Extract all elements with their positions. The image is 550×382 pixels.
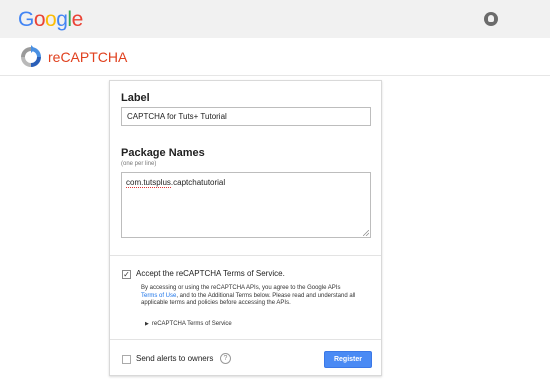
resize-grip-icon[interactable] <box>363 230 369 236</box>
triangle-right-icon: ▶ <box>145 321 149 327</box>
recaptcha-logo-icon <box>21 45 41 67</box>
register-site-card: Label CAPTCHA for Tuts+ Tutorial Package… <box>109 80 382 376</box>
package-names-textarea[interactable]: com.tutsplus.captchatutorial <box>121 172 371 238</box>
tos-text-before: By accessing or using the reCAPTCHA APIs… <box>141 285 341 291</box>
label-input[interactable]: CAPTCHA for Tuts+ Tutorial <box>121 107 371 126</box>
tos-checkbox[interactable]: ✓ <box>122 270 131 279</box>
divider <box>110 255 381 256</box>
google-logo-letter: o <box>45 8 57 31</box>
google-logo-letter: e <box>71 8 84 31</box>
terms-of-use-link[interactable]: Terms of Use <box>141 293 176 299</box>
account-circle-icon[interactable] <box>484 12 498 26</box>
package-names-heading: Package Names <box>121 147 205 159</box>
alerts-checkbox[interactable] <box>122 355 131 364</box>
alerts-label: Send alerts to owners <box>136 354 214 363</box>
register-button[interactable]: Register <box>324 351 372 368</box>
top-bar: Google <box>0 0 550 38</box>
google-logo-letter: o <box>33 8 46 31</box>
tos-description: By accessing or using the reCAPTCHA APIs… <box>141 285 356 308</box>
tos-expander-label: reCAPTCHA Terms of Service <box>151 321 232 327</box>
tos-expander[interactable]: ▶ reCAPTCHA Terms of Service <box>145 321 232 327</box>
google-logo-letter: g <box>56 8 68 31</box>
package-value-prefix: com.tutsplus <box>126 178 171 188</box>
label-heading: Label <box>121 92 150 104</box>
recaptcha-header: reCAPTCHA <box>0 38 550 76</box>
package-names-hint: (one per line) <box>121 161 157 167</box>
tos-label: Accept the reCAPTCHA Terms of Service. <box>136 269 285 278</box>
help-icon[interactable]: ? <box>220 353 231 364</box>
recaptcha-title: reCAPTCHA <box>48 49 128 65</box>
package-value-rest: .captchatutorial <box>170 178 226 187</box>
google-logo-letter: G <box>18 8 34 31</box>
google-logo[interactable]: Google <box>18 8 83 32</box>
divider <box>110 339 381 340</box>
